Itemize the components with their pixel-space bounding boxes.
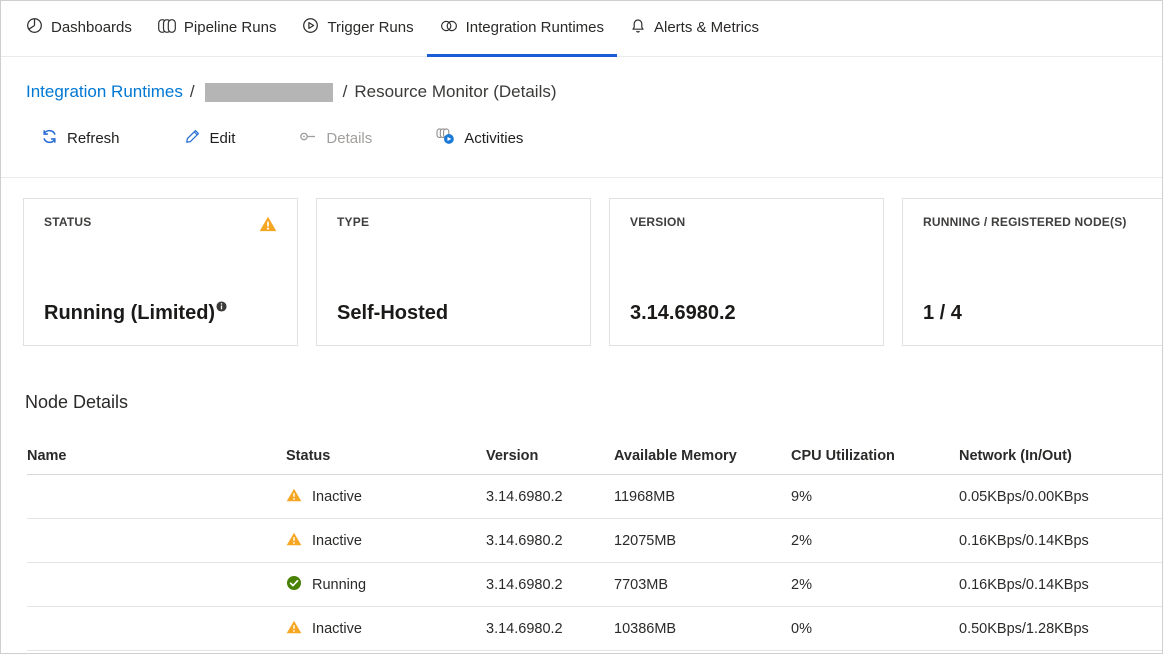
tab-label: Pipeline Runs [184, 19, 277, 36]
status-badge: Running [286, 575, 486, 595]
pencil-icon [184, 128, 201, 149]
node-details-title: Node Details [25, 392, 1162, 413]
status-badge: Inactive [286, 487, 486, 507]
tab-trigger-runs[interactable]: Trigger Runs [289, 1, 426, 57]
col-name: Name [27, 448, 286, 464]
resource-monitor-page: Dashboards Pipeline Runs Trigger Runs In… [0, 0, 1163, 654]
memory-cell: 10386MB [614, 621, 791, 637]
activities-button[interactable]: Activities [436, 128, 523, 149]
nodes-value: 1 / 4 [923, 302, 1156, 325]
gauge-icon [26, 17, 43, 38]
key-icon [299, 130, 317, 147]
play-circle-icon [302, 17, 319, 38]
table-row: Running 3.14.6980.2 7703MB 2% 0.16KBps/0… [27, 563, 1162, 607]
version-cell: 3.14.6980.2 [486, 577, 614, 593]
tab-label: Integration Runtimes [466, 19, 604, 36]
col-cpu-utilization: CPU Utilization [791, 448, 959, 464]
card-label: STATUS [44, 215, 91, 229]
warning-icon [259, 215, 277, 238]
tab-alerts-metrics[interactable]: Alerts & Metrics [617, 1, 772, 57]
refresh-icon [41, 128, 58, 149]
activities-icon [436, 128, 455, 149]
memory-cell: 11968MB [614, 489, 791, 505]
table-row: Inactive 3.14.6980.2 10386MB 0% 0.50KBps… [27, 607, 1162, 651]
status-text: Inactive [312, 489, 362, 505]
table-row: Inactive 3.14.6980.2 12075MB 2% 0.16KBps… [27, 519, 1162, 563]
status-value: Running (Limited) [44, 302, 277, 325]
node-table: Name Status Version Available Memory CPU… [27, 437, 1162, 651]
divider [1, 177, 1162, 178]
tab-label: Dashboards [51, 19, 132, 36]
network-cell: 0.50KBps/1.28KBps [959, 621, 1162, 637]
version-cell: 3.14.6980.2 [486, 533, 614, 549]
col-network: Network (In/Out) [959, 448, 1162, 464]
col-available-memory: Available Memory [614, 448, 791, 464]
cpu-cell: 2% [791, 533, 959, 549]
breadcrumb-separator: / [190, 82, 195, 102]
activities-label: Activities [464, 130, 523, 147]
bell-icon [630, 18, 646, 38]
success-check-icon [286, 575, 302, 595]
edit-label: Edit [210, 130, 236, 147]
breadcrumb-current: Resource Monitor (Details) [354, 82, 556, 102]
table-header: Name Status Version Available Memory CPU… [27, 437, 1162, 475]
warning-icon [286, 487, 302, 507]
col-status: Status [286, 448, 486, 464]
breadcrumb-redacted-name [205, 83, 333, 102]
tab-dashboards[interactable]: Dashboards [26, 1, 145, 57]
pipeline-icon [158, 19, 176, 37]
table-row: Inactive 3.14.6980.2 11968MB 9% 0.05KBps… [27, 475, 1162, 519]
nodes-card: RUNNING / REGISTERED NODE(S) 1 / 4 [902, 198, 1163, 346]
breadcrumb: Integration Runtimes / / Resource Monito… [1, 57, 1162, 103]
details-button[interactable]: Details [299, 130, 372, 147]
details-label: Details [326, 130, 372, 147]
network-cell: 0.16KBps/0.14KBps [959, 577, 1162, 593]
network-cell: 0.05KBps/0.00KBps [959, 489, 1162, 505]
tab-label: Trigger Runs [327, 19, 413, 36]
info-icon[interactable] [216, 295, 227, 317]
col-version: Version [486, 448, 614, 464]
integration-runtime-icon [440, 19, 458, 37]
tab-pipeline-runs[interactable]: Pipeline Runs [145, 1, 290, 57]
type-value: Self-Hosted [337, 302, 570, 325]
breadcrumb-link-integration-runtimes[interactable]: Integration Runtimes [26, 82, 183, 102]
cpu-cell: 2% [791, 577, 959, 593]
version-cell: 3.14.6980.2 [486, 621, 614, 637]
status-text: Inactive [312, 533, 362, 549]
summary-cards: STATUS Running (Limited) TYPE Self-Hoste… [23, 198, 1162, 346]
status-text: Inactive [312, 621, 362, 637]
cpu-cell: 0% [791, 621, 959, 637]
refresh-button[interactable]: Refresh [41, 128, 120, 149]
card-label: TYPE [337, 215, 369, 229]
version-card: VERSION 3.14.6980.2 [609, 198, 884, 346]
top-tab-bar: Dashboards Pipeline Runs Trigger Runs In… [1, 1, 1162, 57]
status-text: Running [312, 577, 366, 593]
tab-label: Alerts & Metrics [654, 19, 759, 36]
memory-cell: 7703MB [614, 577, 791, 593]
tab-integration-runtimes[interactable]: Integration Runtimes [427, 1, 617, 57]
card-label: VERSION [630, 215, 685, 229]
type-card: TYPE Self-Hosted [316, 198, 591, 346]
memory-cell: 12075MB [614, 533, 791, 549]
status-card: STATUS Running (Limited) [23, 198, 298, 346]
refresh-label: Refresh [67, 130, 120, 147]
edit-button[interactable]: Edit [184, 128, 236, 149]
status-badge: Inactive [286, 531, 486, 551]
version-cell: 3.14.6980.2 [486, 489, 614, 505]
card-label: RUNNING / REGISTERED NODE(S) [923, 215, 1127, 229]
status-badge: Inactive [286, 619, 486, 639]
version-value: 3.14.6980.2 [630, 302, 863, 325]
warning-icon [286, 619, 302, 639]
breadcrumb-separator: / [343, 82, 348, 102]
warning-icon [286, 531, 302, 551]
network-cell: 0.16KBps/0.14KBps [959, 533, 1162, 549]
toolbar: Refresh Edit Details Activities [41, 127, 1162, 149]
cpu-cell: 9% [791, 489, 959, 505]
